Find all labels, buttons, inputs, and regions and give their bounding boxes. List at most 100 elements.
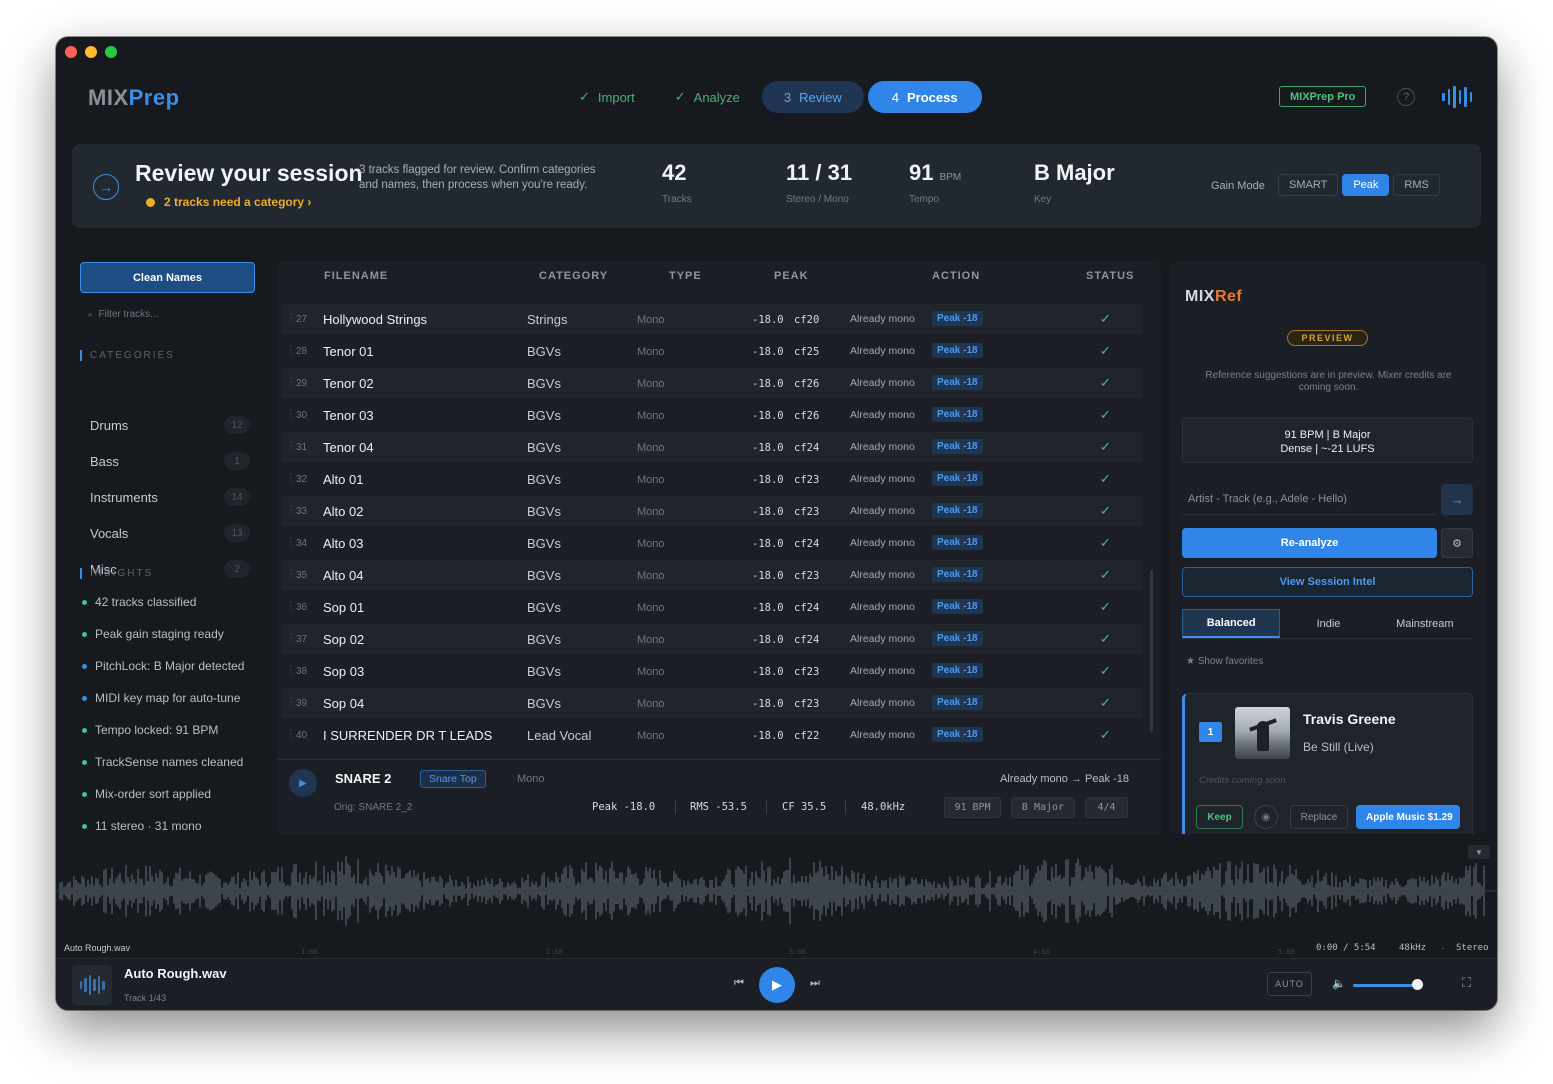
table-row[interactable]: ⋮ 39 Sop 04 BGVs Mono -18.0 cf23 Already mono Pe… [282,688,1142,718]
zoom-window-button[interactable] [105,46,117,58]
minimize-window-button[interactable] [85,46,97,58]
gain-badge[interactable]: Peak -18 [932,343,983,358]
drag-handle-icon[interactable]: ⋮ [286,569,296,580]
table-row[interactable]: ⋮ 37 Sop 02 BGVs Mono -18.0 cf24 Already mono Pe… [282,624,1142,654]
auto-button[interactable]: AUTO [1267,972,1312,996]
track-category[interactable]: Strings [527,312,567,327]
table-row[interactable]: ⋮ 28 Tenor 01 BGVs Mono -18.0 cf25 Already mono… [282,336,1142,366]
detail-category-tag[interactable]: Snare Top [420,770,486,788]
drag-handle-icon[interactable]: ⋮ [286,441,296,452]
gain-badge[interactable]: Peak -18 [932,695,983,710]
listen-waveform-icon[interactable]: ◉ [1254,805,1278,829]
drag-handle-icon[interactable]: ⋮ [286,601,296,612]
track-filename[interactable]: Tenor 04 [323,440,374,455]
drag-handle-icon[interactable]: ⋮ [286,345,296,356]
track-filename[interactable]: I SURRENDER DR T LEADS [323,728,492,743]
gain-badge[interactable]: Peak -18 [932,567,983,582]
gain-rms-button[interactable]: RMS [1393,174,1440,196]
skip-forward-icon[interactable]: ⏭ [810,977,820,990]
col-filename[interactable]: FILENAME [324,270,388,282]
track-category[interactable]: BGVs [527,568,561,583]
step-import[interactable]: ✓ Import [561,81,653,113]
artist-track-input[interactable]: Artist - Track (e.g., Adele - Hello) [1182,484,1436,515]
gain-badge[interactable]: Peak -18 [932,631,983,646]
play-button[interactable]: ▶ [759,967,795,1003]
play-icon[interactable]: ▶ [289,769,317,797]
gain-badge[interactable]: Peak -18 [932,407,983,422]
drag-handle-icon[interactable]: ⋮ [286,473,296,484]
col-type[interactable]: TYPE [669,270,702,282]
volume-slider[interactable] [1353,984,1417,987]
table-scrollbar[interactable] [1150,570,1153,732]
table-row[interactable]: ⋮ 34 Alto 03 BGVs Mono -18.0 cf24 Already mono P… [282,528,1142,558]
tab-mainstream[interactable]: Mainstream [1377,609,1473,638]
track-category[interactable]: BGVs [527,440,561,455]
track-filename[interactable]: Alto 02 [323,504,363,519]
col-status[interactable]: STATUS [1086,270,1134,282]
drag-handle-icon[interactable]: ⋮ [286,377,296,388]
track-filename[interactable]: Alto 01 [323,472,363,487]
track-category[interactable]: BGVs [527,632,561,647]
col-action[interactable]: ACTION [932,270,980,282]
gain-badge[interactable]: Peak -18 [932,311,983,326]
gain-smart-button[interactable]: SMART [1278,174,1339,196]
tab-indie[interactable]: Indie [1280,609,1376,638]
track-category[interactable]: BGVs [527,472,561,487]
track-category[interactable]: BGVs [527,504,561,519]
arrow-right-icon[interactable]: → [1441,484,1473,515]
track-filename[interactable]: Hollywood Strings [323,312,427,327]
gain-badge[interactable]: Peak -18 [932,599,983,614]
step-review[interactable]: 3 Review [761,81,864,113]
step-process[interactable]: 4 Process [867,81,982,113]
track-category[interactable]: BGVs [527,408,561,423]
table-row[interactable]: ⋮ 29 Tenor 02 BGVs Mono -18.0 cf26 Already mono… [282,368,1142,398]
replace-button[interactable]: Replace [1290,805,1348,829]
gain-badge[interactable]: Peak -18 [932,439,983,454]
drag-handle-icon[interactable]: ⋮ [286,665,296,676]
drag-handle-icon[interactable]: ⋮ [286,537,296,548]
track-filename[interactable]: Tenor 02 [323,376,374,391]
track-category[interactable]: BGVs [527,536,561,551]
drag-handle-icon[interactable]: ⋮ [286,729,296,740]
table-row[interactable]: ⋮ 36 Sop 01 BGVs Mono -18.0 cf24 Already mono Pe… [282,592,1142,622]
table-row[interactable]: ⋮ 32 Alto 01 BGVs Mono -18.0 cf23 Already mono P… [282,464,1142,494]
col-category[interactable]: CATEGORY [539,270,608,282]
waveform-view[interactable]: ▼ 1:00 2:00 3:00 4:00 5:00 Auto Rough.wa… [56,839,1497,957]
keep-button[interactable]: Keep [1196,805,1243,829]
table-row[interactable]: ⋮ 40 I SURRENDER DR T LEADS Lead Vocal Mono -… [282,720,1142,750]
drag-handle-icon[interactable]: ⋮ [286,313,296,324]
track-filename[interactable]: Tenor 01 [323,344,374,359]
volume-knob[interactable] [1412,979,1423,990]
track-category[interactable]: BGVs [527,600,561,615]
view-session-intel-button[interactable]: View Session Intel [1182,567,1473,597]
drag-handle-icon[interactable]: ⋮ [286,633,296,644]
drag-handle-icon[interactable]: ⋮ [286,697,296,708]
help-icon[interactable]: ? [1397,88,1415,106]
track-category[interactable]: BGVs [527,376,561,391]
sidebar-category-instruments[interactable]: Instruments 14 [90,487,250,507]
track-filename[interactable]: Sop 04 [323,696,364,711]
table-row[interactable]: ⋮ 30 Tenor 03 BGVs Mono -18.0 cf26 Already mono… [282,400,1142,430]
clean-names-button[interactable]: Clean Names [80,262,255,293]
arrow-right-icon[interactable]: → [93,174,119,200]
reanalyze-button[interactable]: Re-analyze [1182,528,1437,558]
table-row[interactable]: ⋮ 38 Sop 03 BGVs Mono -18.0 cf23 Already mono Pe… [282,656,1142,686]
track-filename[interactable]: Sop 03 [323,664,364,679]
gain-badge[interactable]: Peak -18 [932,727,983,742]
gain-badge[interactable]: Peak -18 [932,535,983,550]
table-row[interactable]: ⋮ 27 Hollywood Strings Strings Mono -18.0 cf20… [282,304,1142,334]
track-filename[interactable]: Tenor 03 [323,408,374,423]
sidebar-category-vocals[interactable]: Vocals 13 [90,523,250,543]
drag-handle-icon[interactable]: ⋮ [286,505,296,516]
gain-peak-button[interactable]: Peak [1342,174,1390,196]
track-category[interactable]: BGVs [527,344,561,359]
track-category[interactable]: Lead Vocal [527,728,591,743]
gain-badge[interactable]: Peak -18 [932,375,983,390]
track-category[interactable]: BGVs [527,696,561,711]
pro-badge-button[interactable]: MIXPrep Pro [1279,86,1367,107]
filter-tracks-input[interactable]: ⌕ Filter tracks... [88,309,159,320]
category-warning-link[interactable]: 2 tracks need a category › [146,195,311,209]
gain-badge[interactable]: Peak -18 [932,503,983,518]
track-filename[interactable]: Sop 02 [323,632,364,647]
tab-balanced[interactable]: Balanced [1182,609,1281,638]
